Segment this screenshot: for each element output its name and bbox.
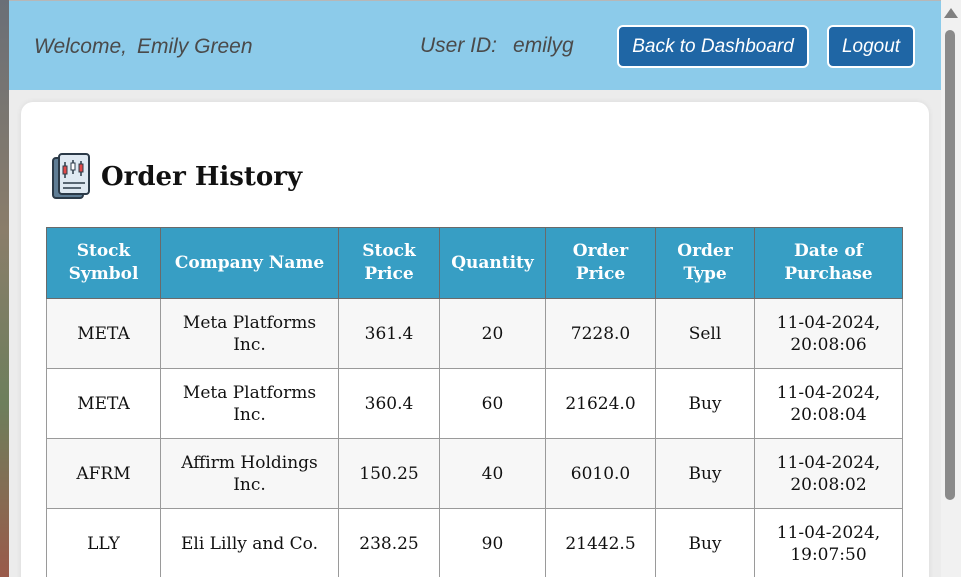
cell-symbol: LLY	[46, 508, 161, 577]
cell-date: 11-04-2024, 20:08:06	[754, 298, 903, 369]
top-header: Welcome, Emily Green User ID: emilyg Back …	[9, 0, 941, 90]
col-header-stock-price: Stock Price	[338, 227, 440, 299]
cell-date: 11-04-2024, 19:07:50	[754, 508, 903, 577]
cell-symbol: AFRM	[46, 438, 161, 509]
cell-quantity: 20	[439, 298, 546, 369]
cell-order-type: Sell	[655, 298, 755, 369]
stock-chart-document-icon	[52, 153, 90, 199]
welcome-label: Welcome,	[34, 35, 127, 58]
cell-order-price: 21624.0	[545, 368, 656, 439]
cell-stock-price: 361.4	[338, 298, 440, 369]
cell-quantity: 40	[439, 438, 546, 509]
cell-order-type: Buy	[655, 368, 755, 439]
col-header-stock-symbol: Stock Symbol	[46, 227, 161, 299]
col-header-order-type: Order Type	[655, 227, 755, 299]
cell-stock-price: 360.4	[338, 368, 440, 439]
back-to-dashboard-button[interactable]: Back to Dashboard	[617, 25, 809, 68]
cell-order-price: 21442.5	[545, 508, 656, 577]
order-history-card: Order History Stock Symbol Company Name S…	[21, 102, 929, 577]
cell-quantity: 60	[439, 368, 546, 439]
cell-company: Meta Platforms Inc.	[160, 368, 339, 439]
title-row: Order History	[51, 152, 302, 202]
table-row: LLY Eli Lilly and Co. 238.25 90 21442.5 …	[46, 508, 903, 577]
cell-quantity: 90	[439, 508, 546, 577]
cell-stock-price: 150.25	[338, 438, 440, 509]
welcome-message: Welcome, Emily Green	[34, 35, 253, 59]
table-row: META Meta Platforms Inc. 361.4 20 7228.0 …	[46, 298, 903, 369]
cell-company: Affirm Holdings Inc.	[160, 438, 339, 509]
cell-order-price: 7228.0	[545, 298, 656, 369]
col-header-order-price: Order Price	[545, 227, 656, 299]
cell-date: 11-04-2024, 20:08:02	[754, 438, 903, 509]
table-header: Stock Symbol Company Name Stock Price Quan…	[46, 227, 903, 299]
app-viewport: Welcome, Emily Green User ID: emilyg Back …	[0, 0, 961, 577]
cell-order-type: Buy	[655, 438, 755, 509]
scroll-up-arrow-icon[interactable]	[944, 8, 958, 18]
cell-symbol: META	[46, 298, 161, 369]
user-id-label: User ID:	[420, 34, 498, 57]
cell-date: 11-04-2024, 20:08:04	[754, 368, 903, 439]
cell-stock-price: 238.25	[338, 508, 440, 577]
user-id-value: emilyg	[513, 34, 574, 57]
scrollbar-thumb[interactable]	[945, 30, 955, 500]
cell-symbol: META	[46, 368, 161, 439]
table-row: META Meta Platforms Inc. 360.4 60 21624.0…	[46, 368, 903, 439]
logout-button[interactable]: Logout	[827, 25, 915, 68]
col-header-company-name: Company Name	[160, 227, 339, 299]
page-title: Order History	[101, 162, 303, 192]
user-id-display: User ID: emilyg	[420, 34, 574, 58]
table-row: AFRM Affirm Holdings Inc. 150.25 40 6010.…	[46, 438, 903, 509]
col-header-quantity: Quantity	[439, 227, 546, 299]
background-strip	[0, 0, 9, 577]
cell-order-price: 6010.0	[545, 438, 656, 509]
order-history-table: Stock Symbol Company Name Stock Price Quan…	[46, 227, 903, 577]
cell-company: Eli Lilly and Co.	[160, 508, 339, 577]
cell-company: Meta Platforms Inc.	[160, 298, 339, 369]
col-header-date-of-purchase: Date of Purchase	[754, 227, 903, 299]
header-row: Stock Symbol Company Name Stock Price Quan…	[46, 227, 903, 299]
table-body: META Meta Platforms Inc. 361.4 20 7228.0 …	[46, 298, 903, 577]
user-name: Emily Green	[136, 35, 253, 58]
cell-order-type: Buy	[655, 508, 755, 577]
